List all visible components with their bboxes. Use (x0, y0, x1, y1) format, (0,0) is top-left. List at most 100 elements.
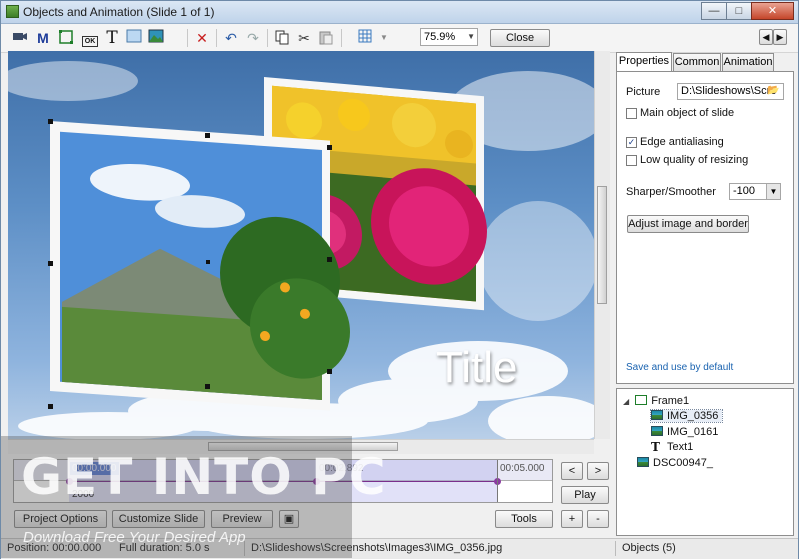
objects-animation-window: Objects and Animation (Slide 1 of 1) — □… (0, 0, 799, 559)
prev-slide-icon[interactable]: ◀ (759, 29, 773, 45)
toolbar-separator (267, 29, 268, 47)
close-window-button[interactable]: ✕ (751, 2, 794, 20)
delete-icon[interactable]: ✕ (193, 29, 211, 47)
status-file-path: D:\Slideshows\Screenshots\Images3\IMG_03… (251, 542, 503, 554)
next-keyframe-button[interactable]: > (587, 462, 609, 480)
text-icon[interactable]: T (103, 29, 121, 47)
save-default-link[interactable]: Save and use by default (626, 362, 733, 373)
timeline-keyframe[interactable] (66, 478, 73, 485)
photo-img-0356[interactable] (50, 121, 350, 412)
folder-icon[interactable]: 📂 (767, 85, 779, 96)
status-position: Position: 00:00.000 (7, 542, 102, 554)
tree-item-label: Frame1 (651, 395, 690, 407)
camera-icon[interactable] (11, 29, 29, 47)
grid-icon[interactable] (357, 29, 375, 47)
ok-icon[interactable]: OK (80, 29, 100, 47)
scrollbar-thumb[interactable] (597, 186, 607, 304)
toolbar-separator (187, 29, 188, 47)
close-button[interactable]: Close (490, 29, 550, 47)
m-icon[interactable]: M (34, 29, 52, 47)
prev-keyframe-button[interactable]: < (561, 462, 583, 480)
object-tree: ◢ Frame1 IMG_0356 IMG_0161 T Text1 DSC009… (616, 388, 794, 536)
status-object-count: Objects (5) (622, 542, 676, 554)
image-icon (651, 426, 663, 436)
zoom-value: 75.9% (424, 31, 456, 43)
maximize-button[interactable]: □ (726, 2, 752, 20)
toolbar: M OK T ✕ ↶ ↷ ✂ ▼ 75.9% ▼ Close ◀ ▶ (1, 24, 798, 53)
screen-icon[interactable]: ▣ (279, 510, 299, 528)
sharper-smoother-label: Sharper/Smoother (626, 186, 716, 198)
tools-button[interactable]: Tools (495, 510, 553, 528)
sharper-smoother-select[interactable]: -100 ▼ (729, 183, 781, 200)
canvas-horizontal-scrollbar[interactable] (8, 439, 594, 454)
main-object-checkbox[interactable] (626, 108, 637, 119)
status-divider (244, 541, 245, 556)
tree-item-img-0356[interactable]: IMG_0356 (649, 409, 724, 423)
tree-item-label: IMG_0161 (667, 426, 719, 438)
window-title: Objects and Animation (Slide 1 of 1) (23, 5, 215, 19)
low-quality-label: Low quality of resizing (640, 154, 749, 166)
ok-icon-label: OK (81, 36, 99, 47)
app-icon (6, 5, 19, 18)
timeline-marker-end[interactable]: 00:05.000 (498, 462, 547, 475)
properties-panel: Picture D:\Slideshows\Scre 📂 Main object… (616, 71, 794, 384)
next-slide-icon[interactable]: ▶ (773, 29, 787, 45)
chevron-down-icon: ▼ (467, 32, 475, 41)
tree-item-label: DSC00947_ (653, 457, 713, 469)
picture-path-value: D:\Slideshows\Scre (681, 85, 777, 97)
preview-button[interactable]: Preview (211, 510, 273, 528)
edge-antialiasing-label: Edge antialiasing (640, 136, 724, 148)
project-options-button[interactable]: Project Options (14, 510, 107, 528)
edge-antialiasing-checkbox[interactable]: ✓ (626, 137, 637, 148)
timeline-value: 2000 (72, 489, 95, 500)
timeline-keyframe[interactable] (313, 478, 320, 485)
undo-icon[interactable]: ↶ (222, 29, 240, 47)
main-object-label: Main object of slide (640, 107, 735, 119)
tree-item-frame1[interactable]: ◢ Frame1 (623, 395, 689, 407)
image-icon (651, 410, 663, 420)
cut-icon[interactable]: ✂ (295, 29, 313, 47)
zoom-select[interactable]: 75.9% ▼ (420, 28, 478, 46)
copy-icon[interactable] (273, 29, 291, 47)
chevron-down-icon: ▼ (766, 184, 780, 199)
tree-item-dsc00947[interactable]: DSC00947_ (637, 457, 713, 469)
minimize-button[interactable]: — (701, 2, 727, 20)
timeline[interactable]: 00:00.000 00:02.892 00:05.000 2000 (13, 459, 553, 503)
frame-icon (635, 395, 648, 405)
tree-item-label: IMG_0356 (667, 410, 719, 422)
redo-icon[interactable]: ↷ (244, 29, 262, 47)
adjust-image-border-button[interactable]: Adjust image and border (627, 215, 749, 233)
window-controls: — □ ✕ (701, 2, 794, 20)
frame-icon[interactable] (57, 29, 75, 47)
tab-properties[interactable]: Properties (616, 52, 672, 71)
rectangle-icon[interactable] (125, 29, 143, 47)
status-bar: Position: 00:00.000 Full duration: 5.0 s… (1, 538, 798, 559)
play-button[interactable]: Play (561, 486, 609, 504)
zoom-in-button[interactable]: + (561, 510, 583, 528)
title-bar[interactable]: Objects and Animation (Slide 1 of 1) — □… (1, 1, 798, 24)
toolbar-separator (341, 29, 342, 47)
customize-slide-button[interactable]: Customize Slide (112, 510, 205, 528)
tree-item-img-0161[interactable]: IMG_0161 (651, 426, 718, 438)
grid-dropdown-icon[interactable]: ▼ (375, 29, 393, 47)
image-icon (637, 457, 649, 467)
zoom-out-button[interactable]: - (587, 510, 609, 528)
tab-common[interactable]: Common (673, 53, 721, 71)
image-icon[interactable] (147, 29, 165, 47)
picture-label: Picture (626, 86, 661, 98)
slide-canvas[interactable]: Title (8, 51, 594, 439)
scrollbar-thumb[interactable] (208, 442, 398, 451)
tab-animation[interactable]: Animation (722, 53, 774, 71)
sharper-smoother-value: -100 (733, 185, 756, 197)
collapse-icon[interactable]: ◢ (623, 397, 629, 406)
timeline-cursor[interactable] (497, 460, 498, 502)
toolbar-separator (216, 29, 217, 47)
canvas-vertical-scrollbar[interactable] (594, 51, 610, 439)
slide-title-text[interactable]: Title (436, 343, 518, 393)
low-quality-checkbox[interactable] (626, 155, 637, 166)
tree-item-label: Text1 (667, 441, 694, 453)
paste-icon[interactable] (317, 29, 335, 47)
timeline-track-line (69, 481, 497, 482)
status-divider (615, 541, 616, 556)
tree-item-text1[interactable]: T Text1 (651, 441, 693, 453)
